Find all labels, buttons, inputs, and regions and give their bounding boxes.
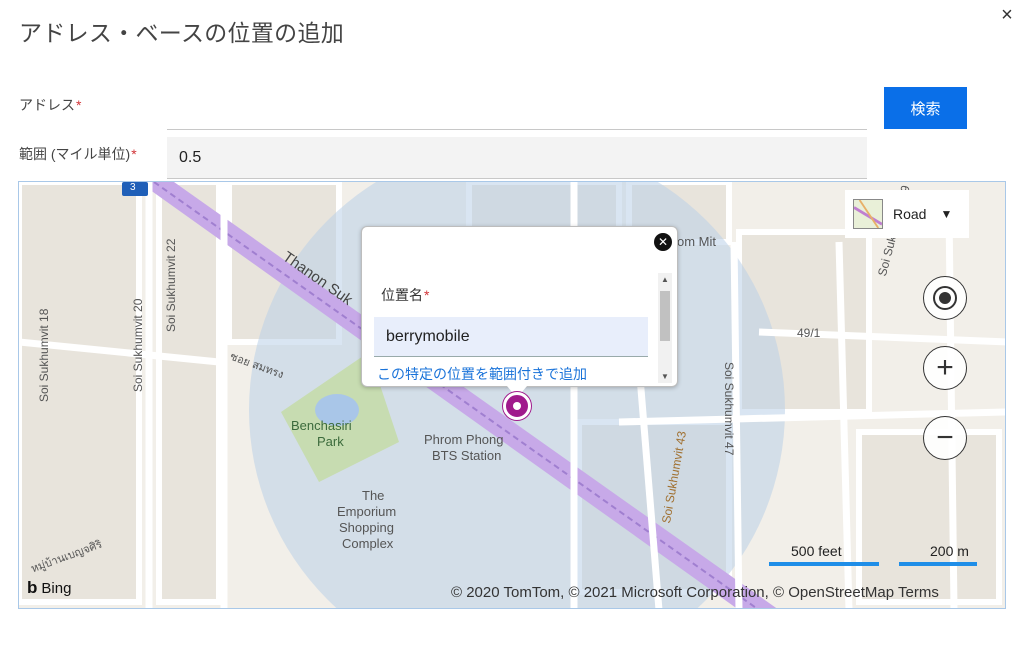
chevron-down-icon: ▼ xyxy=(940,207,953,221)
street-label-20: Soi Sukhumvit 20 xyxy=(131,298,145,392)
map-type-label: Road xyxy=(893,206,927,222)
bing-logo: b Bing xyxy=(27,578,71,598)
scroll-down-icon[interactable]: ▼ xyxy=(661,372,669,381)
scale-feet-label: 500 feet xyxy=(791,543,842,559)
map-view[interactable]: 3 Thanon Suk om Mit Benchasiri Park Phro… xyxy=(18,181,1006,609)
scale-meters-label: 200 m xyxy=(930,543,969,559)
radius-input[interactable] xyxy=(167,137,867,179)
scale-bar-feet xyxy=(769,562,879,566)
location-name-label: 位置名* xyxy=(381,285,429,305)
radius-label: 範囲 (マイル単位)* xyxy=(19,144,137,164)
zoom-in-button[interactable]: + xyxy=(923,346,967,390)
required-mark: * xyxy=(76,97,82,113)
scale-bar-meters xyxy=(899,562,977,566)
radius-label-text: 範囲 (マイル単位) xyxy=(19,146,131,162)
street-label-49-1: 49/1 xyxy=(797,326,821,340)
locate-me-button[interactable] xyxy=(923,276,967,320)
address-input[interactable] xyxy=(167,88,867,130)
address-label: アドレス* xyxy=(19,95,81,115)
location-name-label-text: 位置名 xyxy=(381,287,423,303)
zoom-out-button[interactable]: − xyxy=(923,416,967,460)
park-label-1: Benchasiri xyxy=(291,418,352,433)
station-label-2: BTS Station xyxy=(432,448,502,463)
station-label-1: Phrom Phong xyxy=(424,432,504,447)
close-dialog-button[interactable]: × xyxy=(996,4,1018,26)
street-label-18: Soi Sukhumvit 18 xyxy=(37,308,51,402)
location-name-input[interactable] xyxy=(374,317,648,357)
search-button[interactable]: 検索 xyxy=(884,87,967,129)
map-copyright[interactable]: © 2020 TomTom, © 2021 Microsoft Corporat… xyxy=(451,584,939,601)
bing-label: Bing xyxy=(41,579,72,597)
location-pin-icon[interactable] xyxy=(503,392,531,420)
location-popup: ✕ 位置名* この特定の位置を範囲付きで追加 ▲ ▼ xyxy=(361,226,678,387)
required-mark: * xyxy=(131,146,137,162)
popup-scrollbar[interactable]: ▲ ▼ xyxy=(658,273,672,383)
mall-label-3: Shopping xyxy=(339,520,394,535)
route-badge-label: 3 xyxy=(130,182,136,193)
street-label: om Mit xyxy=(677,234,716,249)
mall-label-1: The xyxy=(362,488,385,503)
popup-close-button[interactable]: ✕ xyxy=(654,233,672,251)
street-label-22: Soi Sukhumvit 22 xyxy=(164,238,178,332)
locate-icon xyxy=(933,286,957,310)
add-location-link[interactable]: この特定の位置を範囲付きで追加 xyxy=(377,364,587,384)
required-mark: * xyxy=(424,287,430,303)
map-type-selector[interactable]: Road ▼ xyxy=(845,190,969,238)
street-label-47: Soi Sukhumvit 47 xyxy=(722,362,736,456)
road-map-icon xyxy=(853,199,883,229)
park-label-2: Park xyxy=(317,434,344,449)
dialog-title: アドレス・ベースの位置の追加 xyxy=(19,20,345,46)
mall-label-2: Emporium xyxy=(337,504,397,519)
mall-label-4: Complex xyxy=(342,536,394,551)
scroll-up-icon[interactable]: ▲ xyxy=(661,275,669,284)
address-label-text: アドレス xyxy=(19,97,75,113)
bing-icon: b xyxy=(27,578,38,597)
scroll-thumb[interactable] xyxy=(660,291,670,341)
